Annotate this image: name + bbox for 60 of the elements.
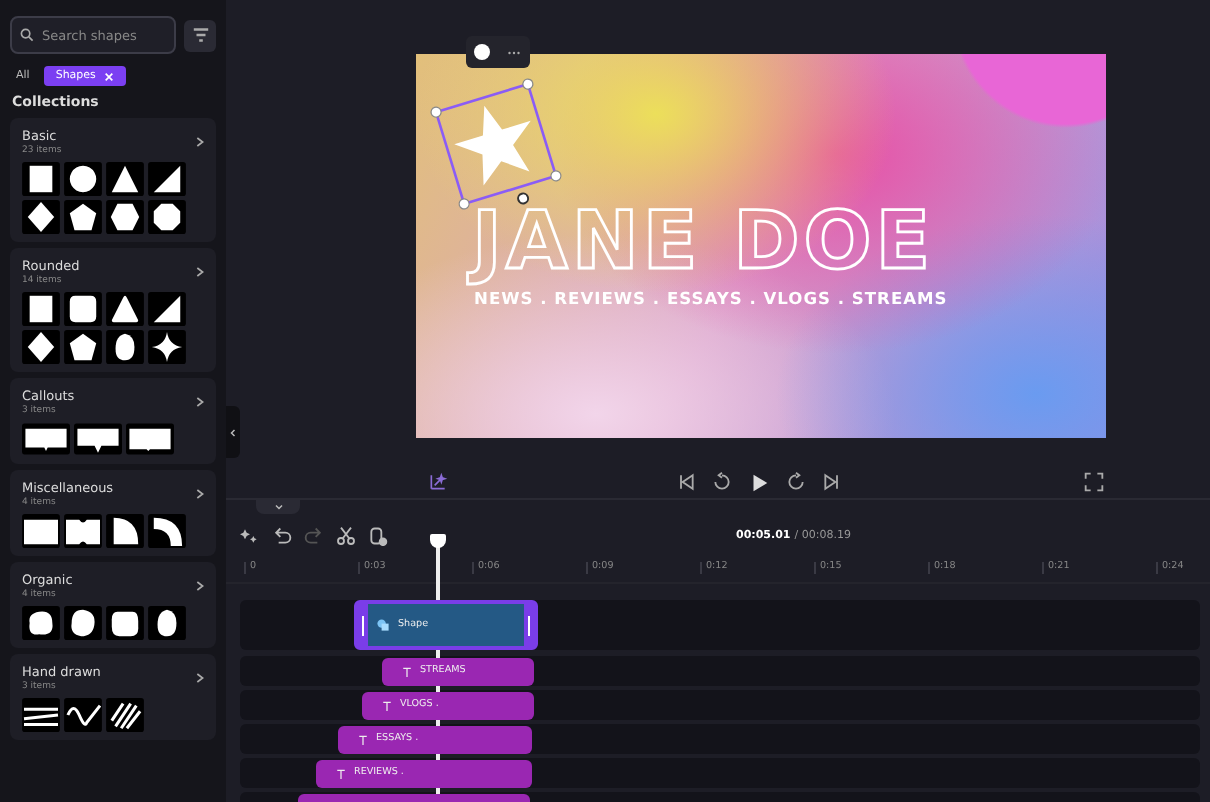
close-icon[interactable] xyxy=(103,71,114,81)
chevron-icon xyxy=(196,396,204,408)
shape-thumbnail[interactable] xyxy=(148,200,186,234)
chevron-icon xyxy=(196,136,204,148)
forward-icon[interactable] xyxy=(786,472,806,492)
shape-thumbnail[interactable] xyxy=(22,200,60,234)
shape-thumbnail[interactable] xyxy=(22,698,60,732)
shape-thumbnail[interactable] xyxy=(64,514,102,548)
shape-thumbnail[interactable] xyxy=(106,514,144,548)
shape-thumbnail[interactable] xyxy=(106,292,144,326)
shape-thumbnail[interactable] xyxy=(74,422,122,456)
shape-thumbnail[interactable] xyxy=(22,162,60,196)
shape-thumbnail[interactable] xyxy=(148,514,186,548)
shape-thumbnail[interactable] xyxy=(64,292,102,326)
text-icon xyxy=(402,665,412,677)
shape-thumbnail[interactable] xyxy=(64,162,102,196)
chevron-icon xyxy=(196,672,204,684)
rewind-icon[interactable] xyxy=(712,472,732,492)
shape-thumbnail[interactable] xyxy=(148,330,186,364)
cut-icon[interactable] xyxy=(336,526,356,546)
shape-thumbnail[interactable] xyxy=(106,330,144,364)
skip-forward-icon[interactable] xyxy=(822,472,842,492)
magic-icon[interactable] xyxy=(240,526,260,546)
shape-thumbnail[interactable] xyxy=(106,606,144,640)
shape-thumbnail[interactable] xyxy=(64,330,102,364)
filter-icon xyxy=(191,26,209,44)
chevron-icon xyxy=(196,488,204,500)
color-swatch[interactable] xyxy=(474,44,490,60)
shape-thumbnail[interactable] xyxy=(22,292,60,326)
fullscreen-icon[interactable] xyxy=(1084,472,1104,492)
magic-icon[interactable] xyxy=(428,472,448,492)
shape-thumbnail[interactable] xyxy=(64,698,102,732)
shape-thumbnail[interactable] xyxy=(148,162,186,196)
search-icon xyxy=(20,28,34,42)
filter-button[interactable] xyxy=(184,19,216,51)
more-icon[interactable] xyxy=(506,49,522,55)
chevron-icon xyxy=(230,427,236,437)
chevron-icon xyxy=(196,580,204,592)
shape-thumbnail[interactable] xyxy=(64,606,102,640)
shapes-icon xyxy=(376,618,390,632)
shape-thumbnail[interactable] xyxy=(22,330,60,364)
shape-thumbnail[interactable] xyxy=(22,422,70,456)
undo-icon[interactable] xyxy=(272,526,292,546)
skip-back-icon[interactable] xyxy=(676,472,696,492)
shape-thumbnail[interactable] xyxy=(106,162,144,196)
text-icon xyxy=(358,733,368,745)
chevron-icon xyxy=(196,266,204,278)
shape-thumbnail[interactable] xyxy=(148,292,186,326)
timer-icon[interactable] xyxy=(368,526,388,546)
play-icon[interactable] xyxy=(748,471,770,493)
shape-thumbnail[interactable] xyxy=(22,606,60,640)
chevron-icon xyxy=(273,504,283,510)
shape-thumbnail[interactable] xyxy=(106,698,144,732)
shape-thumbnail[interactable] xyxy=(64,200,102,234)
shape-thumbnail[interactable] xyxy=(148,606,186,640)
shape-thumbnail[interactable] xyxy=(106,200,144,234)
shape-thumbnail[interactable] xyxy=(126,422,174,456)
text-icon xyxy=(382,699,392,711)
shape-thumbnail[interactable] xyxy=(22,514,60,548)
text-icon xyxy=(336,767,346,779)
